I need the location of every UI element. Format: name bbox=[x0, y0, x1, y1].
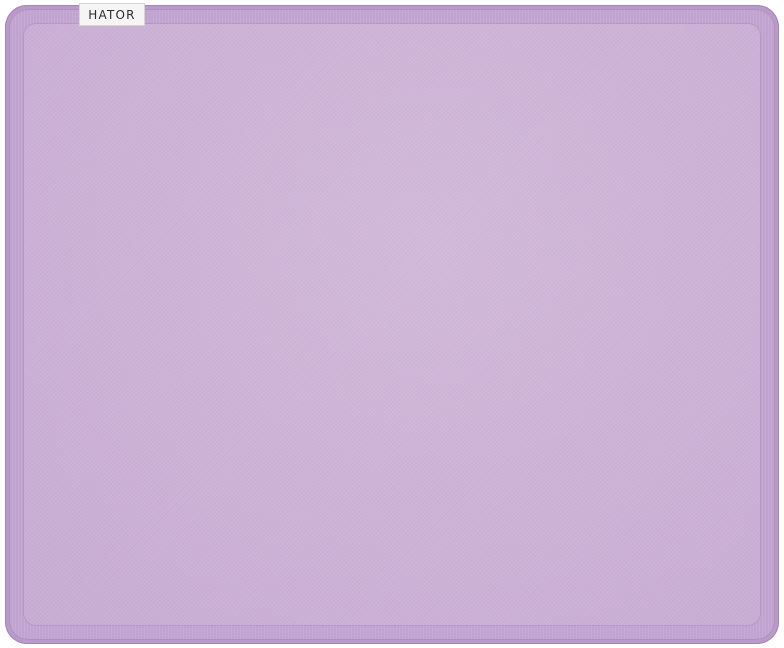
product-photo: HATOR bbox=[0, 0, 784, 648]
brand-tag: HATOR bbox=[79, 3, 145, 26]
mousepad bbox=[5, 5, 779, 644]
brand-label: HATOR bbox=[88, 7, 136, 22]
stitched-edge bbox=[9, 9, 775, 640]
mousepad-surface bbox=[24, 24, 760, 625]
